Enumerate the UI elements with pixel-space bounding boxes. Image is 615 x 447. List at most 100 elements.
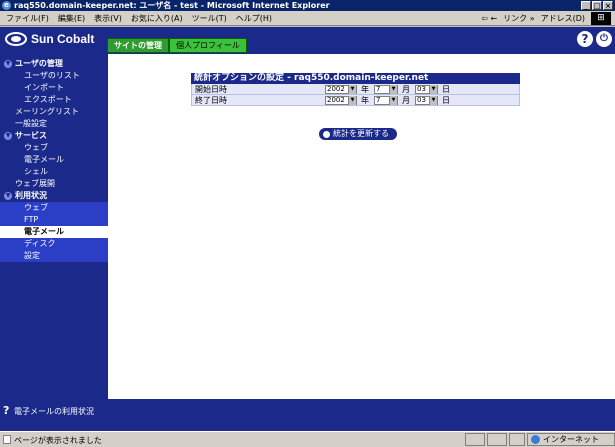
header-tabs: サイトの管理 個人プロフィール bbox=[107, 38, 247, 53]
sidebar-item-label: ウェブ bbox=[24, 143, 48, 152]
help-icon[interactable]: ? bbox=[577, 31, 593, 47]
month-unit: 月 bbox=[402, 95, 410, 105]
sidebar-item-label: ディスク bbox=[24, 239, 56, 248]
chevron-down-icon: ▼ bbox=[4, 60, 12, 68]
month-unit: 月 bbox=[402, 84, 410, 94]
sidebar-item-usage-disk[interactable]: ディスク bbox=[0, 238, 108, 250]
back-button[interactable]: ⇦ ← bbox=[481, 14, 497, 23]
menu-help[interactable]: ヘルプ(H) bbox=[236, 13, 272, 24]
sidebar-item-usage-email[interactable]: 電子メール bbox=[0, 226, 108, 238]
menu-tools[interactable]: ツール(T) bbox=[192, 13, 227, 24]
menu-file[interactable]: ファイル(F) bbox=[6, 13, 49, 24]
chevron-down-icon: ▼ bbox=[4, 132, 12, 140]
start-day-select[interactable]: 03 ▼ bbox=[415, 84, 438, 94]
start-date-field: 2002 ▼ 年 7 ▼ 月 03 ▼ 日 bbox=[325, 84, 453, 95]
dropdown-arrow-icon: ▼ bbox=[389, 84, 397, 94]
sidebar-item-general-settings[interactable]: 一般設定 bbox=[0, 118, 108, 130]
help-footer: ? 電子メールの利用状況 bbox=[0, 399, 615, 431]
security-zone: インターネット bbox=[527, 433, 615, 446]
sidebar-item-label: 設定 bbox=[24, 251, 40, 260]
close-window-button[interactable]: × bbox=[603, 1, 613, 10]
end-day-value: 03 bbox=[417, 95, 426, 104]
sidebar-item-label: 電子メール bbox=[24, 227, 64, 236]
day-unit: 日 bbox=[442, 84, 450, 94]
panel-title: 統計オプションの設定 - raq550.domain-keeper.net bbox=[191, 73, 520, 84]
sidebar-item-label: 利用状況 bbox=[15, 191, 47, 200]
window-title: raq550.domain-keeper.net: ユーザ名 - test - … bbox=[14, 1, 330, 10]
sidebar: ▼ ユーザの管理 ユーザのリスト インポート エクスポート メーリングリスト 一般… bbox=[0, 54, 108, 399]
end-date-row: 終了日時 2002 ▼ 年 7 ▼ 月 03 ▼ 日 bbox=[191, 95, 520, 106]
end-date-field: 2002 ▼ 年 7 ▼ 月 03 ▼ 日 bbox=[325, 95, 453, 106]
sidebar-item-user-list[interactable]: ユーザのリスト bbox=[0, 70, 108, 82]
logout-icon[interactable]: ⏻ bbox=[596, 31, 612, 47]
menu-view[interactable]: 表示(V) bbox=[94, 13, 122, 24]
dropdown-arrow-icon: ▼ bbox=[389, 95, 397, 105]
sidebar-item-usage-settings[interactable]: 設定 bbox=[0, 250, 108, 262]
sidebar-item-export[interactable]: エクスポート bbox=[0, 94, 108, 106]
sidebar-item-usage-ftp[interactable]: FTP bbox=[0, 214, 108, 226]
start-month-select[interactable]: 7 ▼ bbox=[374, 84, 398, 94]
sidebar-item-label: メーリングリスト bbox=[15, 107, 79, 116]
windows-logo-icon: ⊞ bbox=[591, 12, 611, 25]
ie-icon: e bbox=[2, 1, 11, 10]
links-button[interactable]: リンク » bbox=[503, 13, 534, 24]
end-date-label: 終了日時 bbox=[195, 95, 227, 105]
year-unit: 年 bbox=[361, 95, 369, 105]
sidebar-item-label: ウェブ展開 bbox=[15, 179, 55, 188]
sidebar-item-web-deploy[interactable]: ウェブ展開 bbox=[0, 178, 108, 190]
window-controls: _ □ × bbox=[581, 1, 613, 10]
cobalt-swirl-icon bbox=[5, 32, 27, 46]
minimize-button[interactable]: _ bbox=[581, 1, 591, 10]
end-month-value: 7 bbox=[376, 95, 381, 104]
menu-edit[interactable]: 編集(E) bbox=[58, 13, 85, 24]
sidebar-item-label: 一般設定 bbox=[15, 119, 47, 128]
sidebar-item-usage-web[interactable]: ウェブ bbox=[0, 202, 108, 214]
main-content: 統計オプションの設定 - raq550.domain-keeper.net 開始… bbox=[108, 54, 615, 399]
start-day-value: 03 bbox=[417, 84, 426, 93]
maximize-button[interactable]: □ bbox=[592, 1, 602, 10]
sidebar-item-email-service[interactable]: 電子メール bbox=[0, 154, 108, 166]
sidebar-item-label: 電子メール bbox=[24, 155, 64, 164]
dropdown-arrow-icon: ▼ bbox=[348, 84, 356, 94]
dropdown-arrow-icon: ▼ bbox=[348, 95, 356, 105]
end-year-select[interactable]: 2002 ▼ bbox=[325, 95, 357, 105]
start-year-value: 2002 bbox=[327, 84, 345, 93]
bullet-icon bbox=[323, 130, 330, 138]
footer-help-text: 電子メールの利用状況 bbox=[14, 407, 94, 416]
help-icon: ? bbox=[3, 404, 10, 417]
app-header: Sun Cobalt サイトの管理 個人プロフィール ? ⏻ bbox=[0, 27, 615, 54]
address-label[interactable]: アドレス(D) bbox=[541, 13, 585, 24]
start-date-label: 開始日時 bbox=[195, 84, 227, 94]
sidebar-item-web-service[interactable]: ウェブ bbox=[0, 142, 108, 154]
brand-name: Sun Cobalt bbox=[31, 32, 95, 46]
sidebar-item-label: ユーザのリスト bbox=[24, 71, 80, 80]
menu-favorites[interactable]: お気に入り(A) bbox=[131, 13, 183, 24]
update-stats-button[interactable]: 統計を更新する bbox=[319, 128, 397, 140]
sidebar-item-user-management[interactable]: ▼ ユーザの管理 bbox=[0, 58, 108, 70]
update-stats-label: 統計を更新する bbox=[333, 129, 389, 138]
sidebar-item-shell[interactable]: シェル bbox=[0, 166, 108, 178]
sidebar-item-import[interactable]: インポート bbox=[0, 82, 108, 94]
sidebar-item-usage[interactable]: ▼ 利用状況 bbox=[0, 190, 108, 202]
dropdown-arrow-icon: ▼ bbox=[429, 84, 437, 94]
menubar-right: ⇦ ← リンク » アドレス(D) ⊞ bbox=[481, 12, 611, 25]
stats-options-panel: 統計オプションの設定 - raq550.domain-keeper.net 開始… bbox=[191, 73, 520, 106]
end-year-value: 2002 bbox=[327, 95, 345, 104]
end-day-select[interactable]: 03 ▼ bbox=[415, 95, 438, 105]
sidebar-item-mailing-list[interactable]: メーリングリスト bbox=[0, 106, 108, 118]
end-month-select[interactable]: 7 ▼ bbox=[374, 95, 398, 105]
start-year-select[interactable]: 2002 ▼ bbox=[325, 84, 357, 94]
start-month-value: 7 bbox=[376, 84, 381, 93]
tab-site-management[interactable]: サイトの管理 bbox=[107, 38, 169, 53]
page-icon bbox=[3, 435, 11, 444]
chevron-down-icon: ▼ bbox=[4, 192, 12, 200]
sidebar-item-services[interactable]: ▼ サービス bbox=[0, 130, 108, 142]
year-unit: 年 bbox=[361, 84, 369, 94]
sidebar-item-label: ユーザの管理 bbox=[15, 59, 63, 68]
menubar: ファイル(F) 編集(E) 表示(V) お気に入り(A) ツール(T) ヘルプ(… bbox=[0, 11, 615, 26]
sidebar-item-label: サービス bbox=[15, 131, 47, 140]
sidebar-item-label: エクスポート bbox=[24, 95, 72, 104]
sun-cobalt-logo: Sun Cobalt bbox=[5, 31, 94, 47]
status-segment bbox=[509, 433, 525, 446]
tab-personal-profile[interactable]: 個人プロフィール bbox=[169, 38, 247, 53]
